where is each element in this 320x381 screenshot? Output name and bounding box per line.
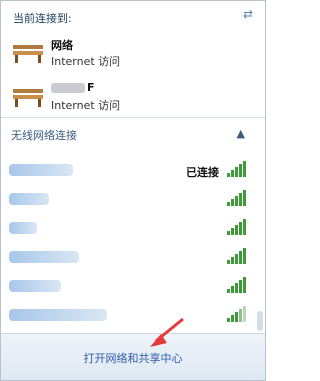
signal-bars-icon — [227, 190, 247, 206]
wifi-row[interactable] — [9, 216, 253, 242]
connected-network-name: F — [51, 81, 95, 94]
scrollbar-thumb[interactable] — [257, 311, 263, 331]
connected-network-name: 网络 — [51, 39, 73, 52]
bench-network-icon — [13, 45, 43, 63]
blurred-network-name — [9, 222, 37, 234]
wifi-row[interactable] — [9, 303, 253, 329]
wifi-status: 已连接 — [186, 166, 219, 179]
connected-network-1[interactable]: 网络 Internet 访问 — [7, 33, 257, 71]
signal-bars-icon — [227, 306, 247, 322]
bench-network-icon — [13, 89, 43, 107]
wifi-row[interactable] — [9, 187, 253, 213]
signal-bars-icon — [227, 248, 247, 264]
connected-network-status: Internet 访问 — [51, 99, 121, 112]
wifi-row[interactable] — [9, 245, 253, 271]
signal-bars-icon — [227, 161, 247, 177]
network-flyout-panel: 当前连接到: ⇄ 网络 Internet 访问 F Internet 访问 无线… — [0, 0, 266, 381]
wifi-row[interactable]: 已连接 — [9, 158, 253, 184]
current-connection-title: 当前连接到: — [13, 12, 72, 25]
blurred-network-name — [9, 309, 107, 321]
section-divider — [1, 117, 265, 118]
blurred-network-name — [9, 251, 79, 263]
blurred-network-name — [9, 280, 61, 292]
wireless-heading: 无线网络连接 — [11, 129, 77, 142]
wifi-row[interactable] — [9, 274, 253, 300]
refresh-icon[interactable]: ⇄ — [243, 7, 253, 21]
signal-bars-icon — [227, 277, 247, 293]
open-network-center-link[interactable]: 打开网络和共享中心 — [1, 350, 265, 366]
blurred-network-name — [9, 164, 73, 176]
footer-bar: 打开网络和共享中心 — [1, 333, 265, 380]
signal-bars-icon — [227, 219, 247, 235]
blurred-name — [51, 83, 85, 93]
connected-network-status: Internet 访问 — [51, 55, 121, 68]
blurred-network-name — [9, 193, 49, 205]
collapse-caret-icon[interactable]: ▲ — [237, 127, 245, 140]
connected-network-2[interactable]: F Internet 访问 — [7, 77, 257, 115]
